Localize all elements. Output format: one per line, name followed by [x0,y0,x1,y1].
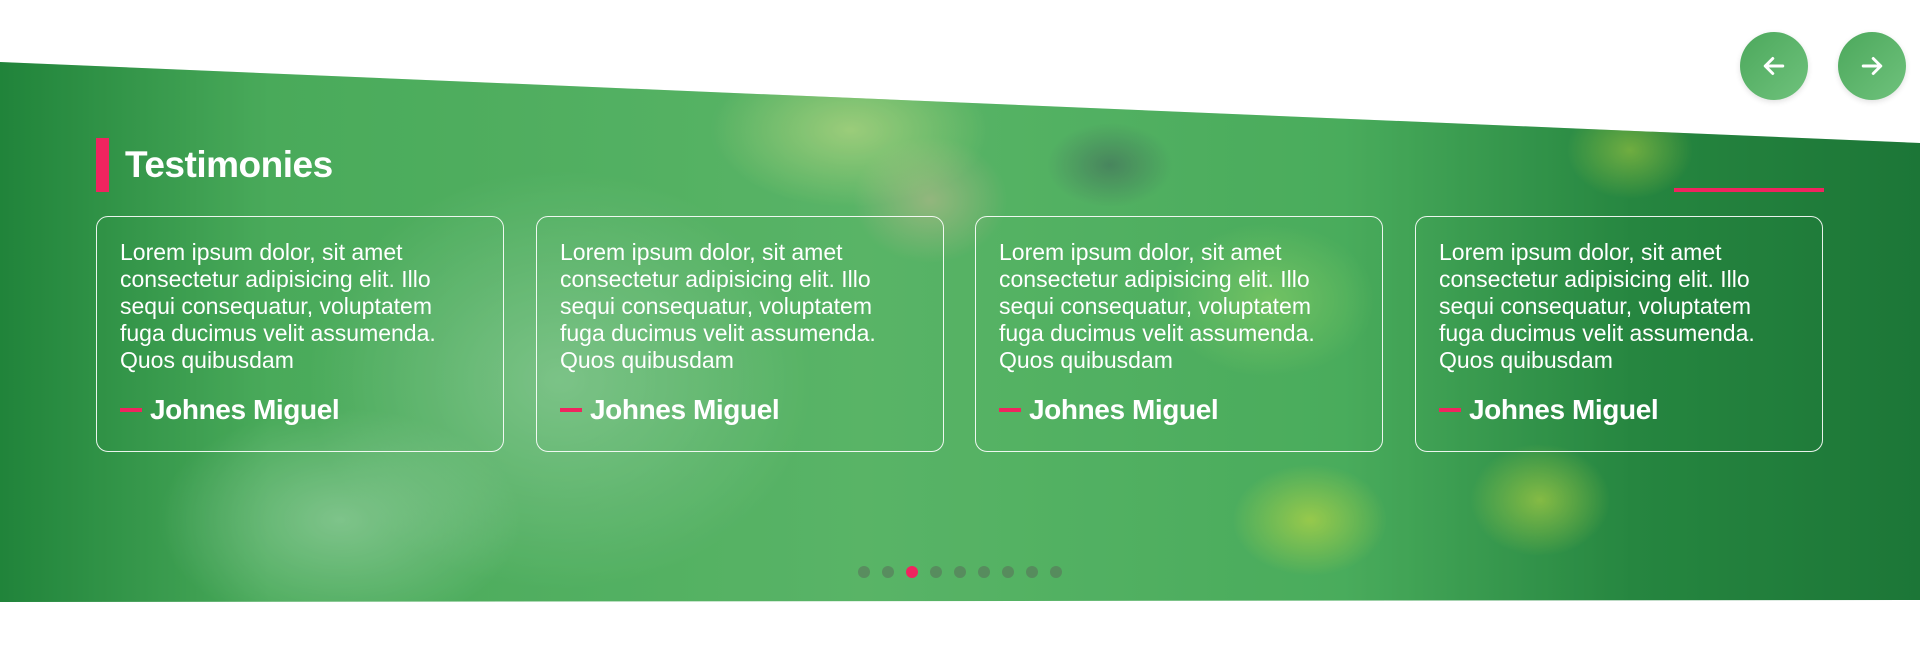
title-accent-bar [96,138,109,192]
arrow-right-icon [1861,57,1883,75]
next-button[interactable] [1838,32,1906,100]
arrow-left-icon [1763,57,1785,75]
pagination-dot[interactable] [930,566,942,578]
testimonial-card: Lorem ipsum dolor, sit amet consectetur … [975,216,1383,452]
prev-button[interactable] [1740,32,1808,100]
author-name: Johnes Miguel [1029,394,1219,425]
testimonial-card: Lorem ipsum dolor, sit amet consectetur … [1415,216,1823,452]
testimonial-author: Johnes Miguel [120,394,481,426]
author-dash [1439,408,1461,412]
author-name: Johnes Miguel [590,394,780,425]
section-heading: Testimonies [96,138,333,192]
accent-underline [1674,188,1824,192]
author-dash [560,408,582,412]
testimonial-text: Lorem ipsum dolor, sit amet consectetur … [999,239,1315,373]
testimonial-card: Lorem ipsum dolor, sit amet consectetur … [536,216,944,452]
pagination-dot[interactable] [858,566,870,578]
author-name: Johnes Miguel [1469,394,1659,425]
author-dash [120,408,142,412]
testimonial-author: Johnes Miguel [1439,394,1800,426]
pagination-dot[interactable] [1026,566,1038,578]
pagination-dot[interactable] [954,566,966,578]
section-title: Testimonies [125,144,333,185]
testimonial-author: Johnes Miguel [999,394,1360,426]
testimonials-section: Testimonies Lorem ipsum dolor, sit amet … [0,0,1920,663]
testimonial-text: Lorem ipsum dolor, sit amet consectetur … [1439,239,1755,373]
pagination-dot[interactable] [1050,566,1062,578]
testimonial-text: Lorem ipsum dolor, sit amet consectetur … [120,239,436,373]
testimonial-text: Lorem ipsum dolor, sit amet consectetur … [560,239,876,373]
carousel-pagination [858,566,1062,578]
pagination-dot[interactable] [882,566,894,578]
author-dash [999,408,1021,412]
pagination-dot[interactable] [978,566,990,578]
pagination-dot-active[interactable] [906,566,918,578]
pagination-dot[interactable] [1002,566,1014,578]
testimonial-author: Johnes Miguel [560,394,921,426]
author-name: Johnes Miguel [150,394,340,425]
testimonial-card: Lorem ipsum dolor, sit amet consectetur … [96,216,504,452]
